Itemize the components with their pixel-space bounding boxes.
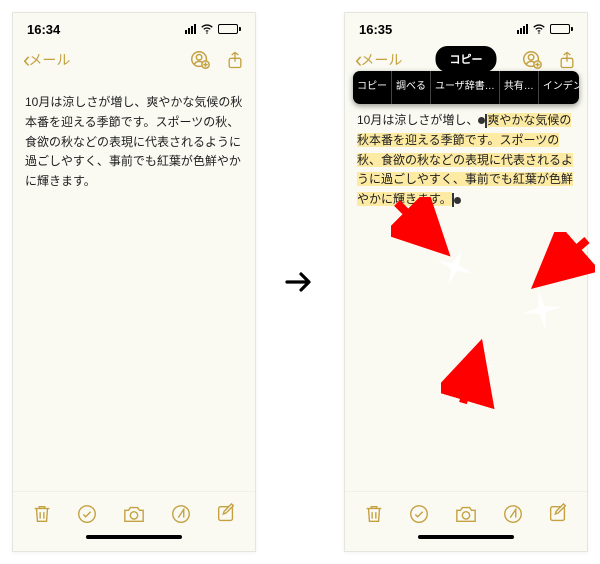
menu-share[interactable]: 共有…	[500, 71, 539, 104]
draw-circle-icon[interactable]	[170, 503, 192, 525]
camera-icon[interactable]	[122, 503, 146, 525]
status-bar: 16:35	[345, 13, 587, 43]
note-body[interactable]: コピー 調べる ユーザ辞書… 共有… インデント 10月は涼しさが増し、爽やかな…	[345, 77, 587, 491]
wifi-icon	[532, 22, 546, 36]
back-label: メール	[360, 50, 402, 70]
menu-lookup[interactable]: 調べる	[392, 71, 431, 104]
phone-before: 16:34 ‹ メール 10月は涼しさが増し、爽やかな気候の秋本番を迎える季節で…	[12, 12, 256, 552]
back-label: メール	[28, 50, 70, 70]
cellular-icon	[185, 24, 196, 34]
menu-copy[interactable]: コピー	[353, 71, 392, 104]
profile-add-icon[interactable]	[189, 49, 211, 71]
home-indicator[interactable]	[345, 535, 587, 551]
red-arrow-icon	[525, 232, 595, 302]
share-icon[interactable]	[557, 50, 577, 70]
status-icons	[517, 22, 573, 36]
note-body[interactable]: 10月は涼しさが増し、爽やかな気候の秋本番を迎える季節です。スポーツの秋、食欲の…	[13, 77, 255, 491]
draw-circle-icon[interactable]	[502, 503, 524, 525]
trash-icon[interactable]	[31, 503, 53, 525]
checkmark-circle-icon[interactable]	[76, 503, 98, 525]
share-icon[interactable]	[225, 50, 245, 70]
back-button[interactable]: ‹ メール	[23, 49, 70, 71]
toolbar	[345, 491, 587, 535]
selection-end-handle[interactable]	[454, 197, 461, 204]
status-icons	[185, 22, 241, 36]
cellular-icon	[517, 24, 528, 34]
nav-bar: ‹ メール	[13, 43, 255, 77]
camera-icon[interactable]	[454, 503, 478, 525]
menu-indent[interactable]: インデント	[539, 71, 579, 104]
starburst-icon	[453, 343, 496, 386]
status-time: 16:34	[27, 22, 60, 37]
context-menu: コピー 調べる ユーザ辞書… 共有… インデント	[353, 71, 579, 104]
red-arrow-icon	[441, 339, 501, 409]
profile-add-icon[interactable]	[521, 49, 543, 71]
home-indicator[interactable]	[13, 535, 255, 551]
trash-icon[interactable]	[363, 503, 385, 525]
starburst-icon	[515, 283, 568, 336]
toolbar	[13, 491, 255, 535]
status-time: 16:35	[359, 22, 392, 37]
compose-icon[interactable]	[215, 503, 237, 525]
back-button[interactable]: ‹ メール	[355, 49, 402, 71]
selection-start-handle[interactable]	[478, 117, 485, 124]
status-bar: 16:34	[13, 13, 255, 43]
note-text-plain: 10月は涼しさが増し、	[357, 113, 478, 127]
starburst-icon	[429, 241, 480, 292]
battery-icon	[550, 24, 573, 34]
menu-user-dict[interactable]: ユーザ辞書…	[431, 71, 500, 104]
transition-arrow	[284, 270, 316, 294]
phone-after: 16:35 ‹ メール コピー コピー 調べる ユーザ辞書… 共	[344, 12, 588, 552]
checkmark-circle-icon[interactable]	[408, 503, 430, 525]
note-text: 10月は涼しさが増し、爽やかな気候の秋本番を迎える季節です。スポーツの秋、食欲の…	[25, 95, 242, 188]
copy-toast: コピー	[436, 46, 497, 72]
battery-icon	[218, 24, 241, 34]
compose-icon[interactable]	[547, 503, 569, 525]
wifi-icon	[200, 22, 214, 36]
